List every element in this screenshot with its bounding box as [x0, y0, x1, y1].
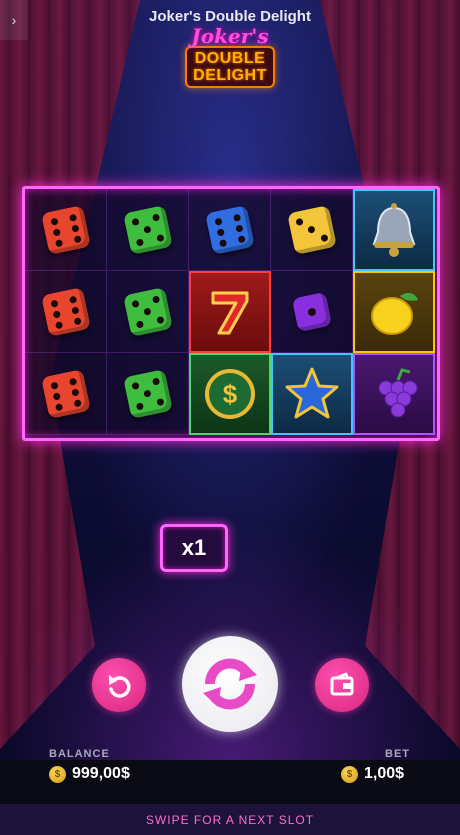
green-die-icon [122, 368, 173, 419]
balance-value: 999,00$ [72, 765, 130, 782]
logo-line-2: DELIGHT [193, 67, 267, 84]
reel-cell [271, 189, 353, 271]
seven-icon [211, 291, 249, 335]
bet-value: 1,00$ [364, 765, 405, 782]
green-die-icon [122, 286, 173, 337]
blue-die-icon [204, 204, 255, 255]
game-title: Joker's Double Delight [149, 8, 311, 25]
wallet-icon [330, 672, 354, 696]
swipe-hint[interactable]: SWIPE FOR A NEXT SLOT [0, 804, 460, 835]
balance-value-group: $ 999,00$ [49, 765, 130, 783]
reel-cell [25, 353, 107, 435]
red-die-icon [40, 286, 91, 337]
reel-cell [271, 353, 353, 435]
spin-button[interactable] [182, 636, 278, 732]
balance-label: BALANCE [49, 748, 110, 760]
red-die-icon [40, 368, 91, 419]
reel-cell: $ [189, 353, 271, 435]
reel-cell [107, 353, 189, 435]
yellow-die-icon [286, 204, 337, 255]
undo-icon [109, 675, 131, 698]
refresh-icon [203, 658, 257, 710]
reel-cell [107, 271, 189, 353]
purple-die-icon [291, 291, 332, 332]
reel-cell [353, 271, 435, 353]
reel-cell [353, 353, 435, 435]
coin-icon: $ [341, 765, 358, 783]
coin-icon: $ [49, 765, 66, 783]
reel-cell [271, 271, 353, 353]
bet-label: BET [385, 748, 410, 760]
multiplier-badge: x1 [160, 524, 228, 572]
grapes-icon [378, 368, 418, 418]
bet-value-group[interactable]: $ 1,00$ [341, 765, 404, 783]
logo-line-1: DOUBLE [194, 50, 266, 67]
lemon-icon [371, 293, 418, 335]
dollar-coin-icon: $ [205, 369, 255, 419]
reel-cell [353, 189, 435, 271]
wallet-button[interactable] [315, 658, 369, 712]
logo-box: DOUBLE DELIGHT [185, 46, 275, 88]
reel-cell [107, 189, 189, 271]
reel-grid: $ [25, 189, 435, 435]
reel-cell [189, 271, 271, 353]
red-die-icon [40, 204, 91, 255]
reel-cell [25, 271, 107, 353]
undo-button[interactable] [92, 658, 146, 712]
reel-cell [25, 189, 107, 271]
game-logo: Joker's DOUBLE DELIGHT [180, 26, 280, 96]
green-die-icon [122, 204, 173, 255]
star-icon [285, 367, 339, 419]
logo-script: Joker's [191, 24, 269, 48]
svg-text:$: $ [223, 379, 238, 409]
reel-cell [189, 189, 271, 271]
bell-icon [372, 203, 416, 257]
